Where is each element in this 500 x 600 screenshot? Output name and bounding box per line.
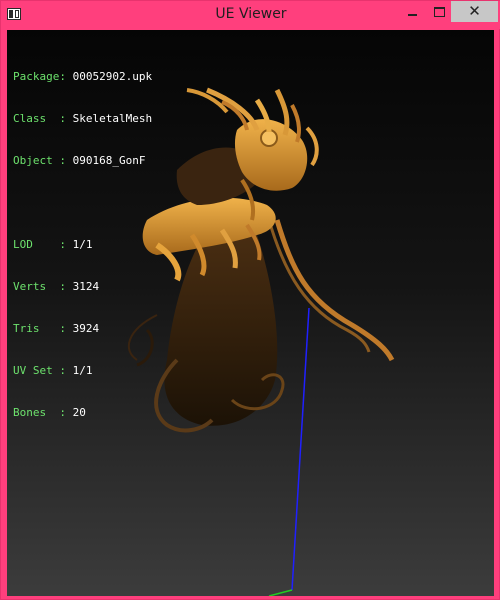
stat-row-tris: Tris : 3924: [13, 322, 100, 335]
close-button[interactable]: ✕: [451, 1, 498, 22]
close-icon: ✕: [468, 2, 481, 20]
mesh-info-overlay: Package: 00052902.upk Class : SkeletalMe…: [13, 42, 152, 448]
maximize-icon: [433, 7, 445, 17]
minimize-button[interactable]: [398, 1, 426, 23]
maximize-button[interactable]: [425, 1, 453, 23]
minimize-icon: [407, 14, 417, 16]
ue-viewer-window: UE Viewer ✕ Package: 00052902.upk Class …: [0, 0, 500, 600]
info-row-class: Class : SkeletalMesh: [13, 112, 153, 125]
stat-row-bones: Bones : 20: [13, 406, 86, 419]
stat-row-verts: Verts : 3124: [13, 280, 100, 293]
stat-row-uvset: UV Set : 1/1: [13, 364, 93, 377]
z-axis-line: [291, 307, 310, 591]
title-bar[interactable]: UE Viewer ✕: [1, 1, 500, 29]
info-row-object: Object : 090168_GonF: [13, 154, 146, 167]
stat-row-lod: LOD : 1/1: [13, 238, 93, 251]
3d-viewport[interactable]: Package: 00052902.upk Class : SkeletalMe…: [7, 30, 494, 596]
info-row-package: Package: 00052902.upk: [13, 70, 153, 83]
y-axis-line: [268, 589, 293, 596]
